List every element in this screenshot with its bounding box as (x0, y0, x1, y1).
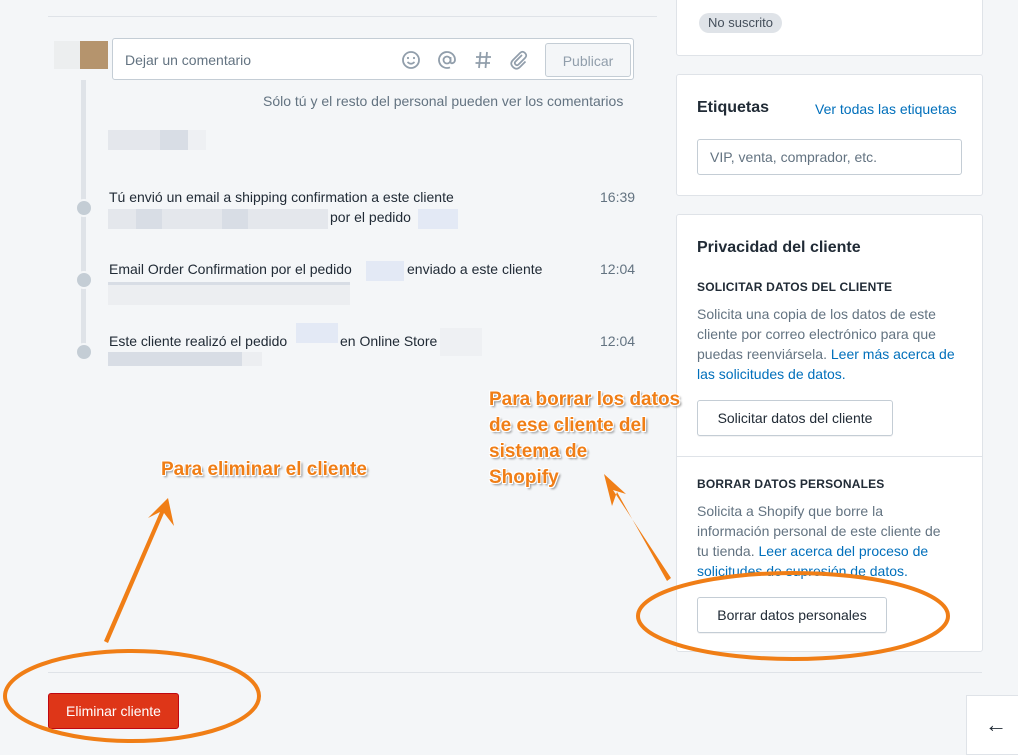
comment-box[interactable]: Dejar un comentario Publicar (112, 38, 634, 80)
redacted-date (188, 130, 206, 150)
request-data-heading: SOLICITAR DATOS DEL CLIENTE (697, 280, 893, 294)
annotation-line: sistema de (489, 441, 588, 462)
erase-data-heading: BORRAR DATOS PERSONALES (697, 477, 885, 491)
erase-process-link[interactable]: Leer acerca del proceso de (759, 543, 929, 559)
smiley-icon[interactable] (400, 49, 422, 71)
redacted-date (108, 130, 160, 150)
timeline-dot (75, 343, 93, 361)
redacted-date (160, 130, 188, 150)
paragraph-line: Solicita a Shopify que borre la (697, 503, 883, 519)
timeline-dot (75, 199, 93, 217)
subscription-card: No suscrito (676, 0, 983, 56)
tags-title: Etiquetas (697, 99, 770, 116)
avatar (54, 41, 108, 69)
request-data-description: Solicita una copia de los datos de este … (697, 304, 977, 384)
event-time: 12:04 (600, 333, 636, 349)
redacted-email (222, 209, 248, 229)
privacy-title: Privacidad del cliente (697, 239, 861, 256)
event-time: 16:39 (600, 189, 636, 205)
status-badge: No suscrito (699, 13, 783, 33)
annotation-line: Para borrar los datos (489, 389, 681, 410)
learn-more-requests-link[interactable]: las solicitudes de datos. (697, 366, 846, 382)
delete-customer-button[interactable]: Eliminar cliente (48, 693, 179, 729)
paragraph-line: Solicita una copia de los datos de este (697, 306, 936, 322)
paragraph-line: tu tienda. (697, 543, 755, 559)
annotation-line: Shopify (489, 467, 559, 488)
timeline-dot (75, 271, 93, 289)
at-icon[interactable] (436, 49, 458, 71)
tags-card: Etiquetas Ver todas las etiquetas VIP, v… (676, 74, 983, 196)
request-customer-data-button[interactable]: Solicitar datos del cliente (697, 400, 893, 436)
paragraph-line: información personal de este cliente de (697, 523, 941, 539)
erase-data-description: Solicita a Shopify que borre la informac… (697, 501, 977, 581)
paperclip-icon[interactable] (508, 49, 530, 71)
hashtag-icon[interactable] (472, 49, 494, 71)
redacted-email (162, 209, 222, 229)
erase-process-link[interactable]: solicitudes de supresión de datos. (697, 563, 908, 579)
event-text: Email Order Confirmation por el pedido (109, 261, 352, 277)
comment-input[interactable]: Dejar un comentario (125, 52, 251, 68)
arrow-left-icon[interactable]: ← (966, 695, 1018, 755)
redacted-email (248, 209, 328, 229)
event-text: por el pedido (330, 209, 411, 225)
redacted-detail (108, 285, 350, 305)
event-text: Este cliente realizó el pedido (109, 333, 288, 349)
top-divider (48, 16, 657, 17)
section-divider (677, 456, 982, 457)
redacted-email (108, 209, 136, 229)
redacted-email (136, 209, 162, 229)
staff-note: Sólo tú y el resto del personal pueden v… (263, 93, 624, 109)
erase-personal-data-button[interactable]: Borrar datos personales (697, 597, 887, 633)
annotation-text: Para borrar los datos de ese cliente del… (489, 387, 680, 491)
event-text: en Online Store (340, 333, 438, 349)
footer-divider (48, 672, 982, 673)
privacy-card: Privacidad del cliente SOLICITAR DATOS D… (676, 214, 983, 652)
paragraph-line: puedas reenviársela. (697, 346, 827, 362)
redacted-order (418, 209, 458, 229)
redacted-detail (108, 352, 242, 366)
event-text: enviado a este cliente (407, 261, 543, 277)
annotation-text: Para eliminar el cliente (161, 459, 367, 480)
publish-button[interactable]: Publicar (545, 43, 631, 77)
redacted-order (296, 323, 338, 343)
annotation-arrow (104, 498, 174, 643)
tags-input[interactable]: VIP, venta, comprador, etc. (697, 139, 962, 175)
event-text: Tú envió un email a shipping confirmatio… (109, 189, 454, 205)
view-all-tags-link[interactable]: Ver todas las etiquetas (815, 101, 957, 117)
event-time: 12:04 (600, 261, 636, 277)
redacted-detail (242, 352, 262, 366)
learn-more-requests-link[interactable]: Leer más acerca de (831, 346, 955, 362)
redacted-order (440, 328, 482, 356)
annotation-line: de ese cliente del (489, 415, 647, 436)
paragraph-line: cliente por correo electrónico para que (697, 326, 936, 342)
redacted-order (366, 261, 404, 281)
